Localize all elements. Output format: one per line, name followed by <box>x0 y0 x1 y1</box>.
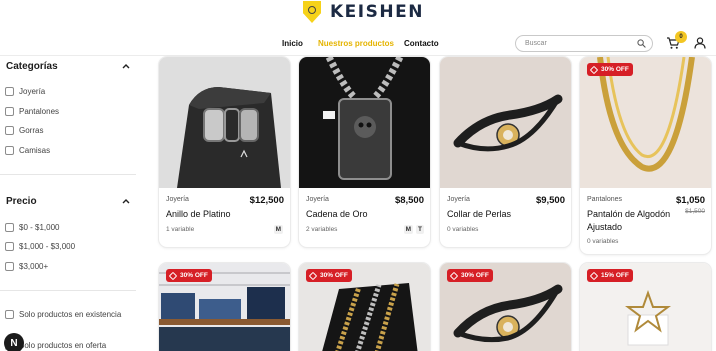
nav-link-productos[interactable]: Nuestros productos <box>318 39 394 48</box>
product-image[interactable] <box>299 57 430 188</box>
discount-label: 30% OFF <box>320 272 348 279</box>
price-label: $1,000 - $3,000 <box>19 241 76 251</box>
filter-label: Solo productos en oferta <box>19 340 107 350</box>
product-card[interactable]: 30% OFF Pantalones $1,050 $1,500 Pantaló… <box>580 57 711 254</box>
price-option-0-1000[interactable]: $0 - $1,000 <box>5 221 59 233</box>
product-card[interactable]: Joyería $12,500 Anillo de Platino 1 vari… <box>159 57 290 247</box>
divider <box>0 174 136 175</box>
product-variants: 1 variable <box>166 226 195 233</box>
category-option-pantalones[interactable]: Pantalones <box>5 105 59 117</box>
product-price: $8,500 <box>394 195 424 206</box>
category-option-gorras[interactable]: Gorras <box>5 124 43 136</box>
search-input[interactable] <box>525 38 635 49</box>
tag-icon <box>589 271 599 280</box>
search-icon[interactable] <box>637 39 646 48</box>
product-card[interactable]: Joyería $8,500 Cadena de Oro 2 variables… <box>299 57 430 247</box>
discount-badge: 30% OFF <box>166 269 212 282</box>
checkbox[interactable] <box>5 125 14 135</box>
product-name[interactable]: Anillo de Platino <box>166 208 262 221</box>
tag-icon <box>308 271 318 280</box>
price-label: $0 - $1,000 <box>19 222 60 232</box>
category-label: Gorras <box>19 125 44 135</box>
product-card[interactable]: 30% OFF <box>440 263 571 351</box>
product-price: $12,500 <box>249 195 284 206</box>
price-title: Precio <box>6 196 37 207</box>
nav-link-contacto[interactable]: Contacto <box>404 39 439 48</box>
checkbox[interactable] <box>5 222 14 232</box>
discount-badge: 15% OFF <box>587 269 633 282</box>
tag-icon <box>449 271 459 280</box>
category-option-joyeria[interactable]: Joyería <box>5 85 45 97</box>
product-variants: 2 variables <box>306 226 338 233</box>
product-card[interactable]: 30% OFF <box>299 263 430 351</box>
logo-icon <box>303 1 321 23</box>
filter-label: Solo productos en existencia <box>19 309 122 319</box>
discount-badge: 30% OFF <box>306 269 352 282</box>
category-label: Camisas <box>19 145 51 155</box>
brand-name: KEISHEN <box>330 2 424 22</box>
product-category: Pantalones <box>587 196 623 203</box>
product-category: Joyería <box>447 196 470 203</box>
checkbox[interactable] <box>5 309 14 319</box>
price-option-3000-plus[interactable]: $3,000+ <box>5 260 48 272</box>
product-image[interactable] <box>440 57 571 188</box>
checkbox[interactable] <box>5 86 14 96</box>
category-label: Joyería <box>19 86 46 96</box>
brand-logo[interactable]: KEISHEN <box>303 0 424 24</box>
discount-label: 30% OFF <box>461 272 489 279</box>
categories-title: Categorías <box>6 61 58 72</box>
product-image[interactable] <box>159 57 290 188</box>
nav-link-inicio[interactable]: Inicio <box>282 39 303 48</box>
price-label: $3,000+ <box>19 261 49 271</box>
product-old-price: $1,500 <box>685 208 705 215</box>
divider <box>0 290 136 291</box>
product-name[interactable]: Cadena de Oro <box>306 208 402 221</box>
size-chip[interactable]: T <box>416 225 424 234</box>
discount-label: 30% OFF <box>180 272 208 279</box>
chevron-up-icon[interactable] <box>122 198 130 204</box>
floating-badge[interactable]: N <box>4 333 24 351</box>
filter-in-stock[interactable]: Solo productos en existencia <box>5 308 121 320</box>
size-chip[interactable]: M <box>273 225 283 234</box>
product-price: $1,050 <box>675 195 705 206</box>
header: KEISHEN Inicio Nuestros productos Contac… <box>0 0 716 56</box>
checkbox[interactable] <box>5 261 14 271</box>
product-category: Joyería <box>306 196 329 203</box>
cart-count-badge: 0 <box>675 31 687 43</box>
checkbox[interactable] <box>5 145 14 155</box>
discount-label: 30% OFF <box>601 66 629 73</box>
checkbox[interactable] <box>5 106 14 116</box>
product-variants: 0 variables <box>447 226 479 233</box>
product-price: $9,500 <box>535 195 565 206</box>
size-chip[interactable]: M <box>403 225 413 234</box>
tag-icon <box>168 271 178 280</box>
product-card[interactable]: 30% OFF <box>159 263 290 351</box>
user-icon[interactable] <box>694 37 706 49</box>
checkbox[interactable] <box>5 241 14 251</box>
category-option-camisas[interactable]: Camisas <box>5 144 50 156</box>
product-image[interactable] <box>580 57 711 188</box>
filters-sidebar: Categorías Joyería Pantalones Gorras Cam… <box>0 56 148 351</box>
product-name[interactable]: Pantalón de Algodón Ajustado <box>587 208 683 234</box>
discount-label: 15% OFF <box>601 272 629 279</box>
search-bar <box>515 35 653 52</box>
product-card[interactable]: Joyería $9,500 Collar de Perlas 0 variab… <box>440 57 571 247</box>
price-option-1000-3000[interactable]: $1,000 - $3,000 <box>5 240 75 252</box>
category-label: Pantalones <box>19 106 60 116</box>
product-name[interactable]: Collar de Perlas <box>447 208 543 221</box>
product-category: Joyería <box>166 196 189 203</box>
product-card[interactable]: 15% OFF <box>580 263 711 351</box>
chevron-up-icon[interactable] <box>122 63 130 69</box>
discount-badge: 30% OFF <box>587 63 633 76</box>
tag-icon <box>589 65 599 74</box>
discount-badge: 30% OFF <box>447 269 493 282</box>
product-variants: 0 variables <box>587 238 619 245</box>
